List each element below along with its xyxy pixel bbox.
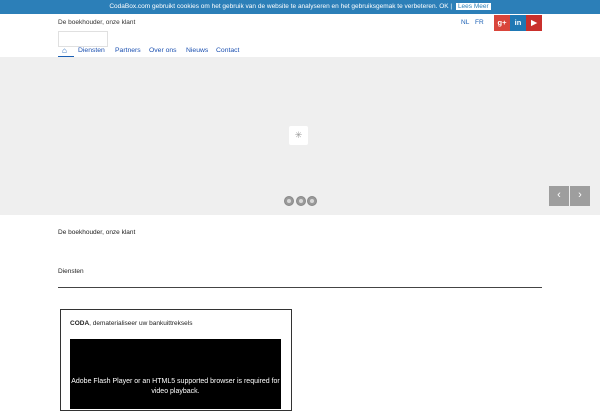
nav-item-nieuws[interactable]: Nieuws	[186, 47, 208, 54]
google-plus-icon[interactable]: g+	[494, 15, 510, 31]
slider-dot-3[interactable]	[307, 196, 317, 206]
nav-item-diensten[interactable]: Diensten	[78, 47, 105, 54]
slider-dot-2[interactable]	[296, 196, 306, 206]
cookie-bar: CodaBox.com gebruikt cookies om het gebr…	[0, 0, 600, 14]
video-fallback-message: Adobe Flash Player or an HTML5 supported…	[71, 378, 280, 395]
cookie-message: CodaBox.com gebruikt cookies om het gebr…	[109, 3, 438, 10]
youtube-icon[interactable]: ▶	[526, 15, 542, 31]
nav-item-over-ons[interactable]: Over ons	[149, 47, 177, 54]
linkedin-icon[interactable]: in	[510, 15, 526, 31]
language-fr[interactable]: FR	[475, 19, 484, 26]
video-player[interactable]: Adobe Flash Player or an HTML5 supported…	[70, 339, 281, 409]
service-card-title-rest: , dematerialiseer uw bankuittreksels	[89, 320, 193, 327]
loading-spinner-icon: ✳	[289, 126, 308, 145]
intro-text: De boekhouder, onze klant	[58, 229, 136, 236]
slider-dot-1[interactable]	[284, 196, 294, 206]
nav-item-contact[interactable]: Contact	[216, 47, 239, 54]
cookie-ok-button[interactable]: OK |	[439, 3, 452, 10]
home-icon[interactable]: ⌂	[62, 46, 67, 55]
slider-prev-button[interactable]: ‹	[549, 186, 569, 206]
service-card-title-bold: CODA	[70, 320, 90, 327]
services-heading: Diensten	[58, 268, 84, 275]
slider-next-button[interactable]: ›	[570, 186, 590, 206]
language-nl[interactable]: NL	[461, 19, 469, 26]
site-tagline: De boekhouder, onze klant	[58, 19, 136, 26]
section-divider	[58, 287, 542, 288]
nav-item-partners[interactable]: Partners	[115, 47, 141, 54]
site-logo[interactable]	[58, 31, 108, 47]
cookie-more-link[interactable]: Lees Meer	[455, 3, 491, 10]
service-card-title: CODA, dematerialiseer uw bankuittreksels	[70, 320, 192, 327]
